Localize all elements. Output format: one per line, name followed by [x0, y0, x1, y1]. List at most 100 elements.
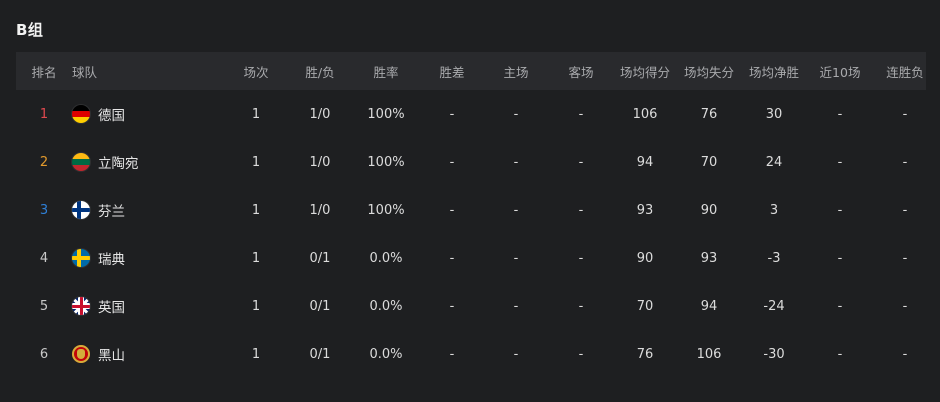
team-name[interactable]: 立陶宛	[98, 152, 139, 172]
header-games: 场次	[243, 64, 269, 80]
away-cell: -	[578, 202, 584, 218]
win-pct-cell: 100%	[367, 106, 405, 122]
win-loss-cell: 1/0	[309, 154, 331, 170]
games-cell: 1	[251, 298, 261, 314]
table-header: 排名 球队 场次 胜/负 胜率 胜差 主场 客场 场均得分 场均失分 场均净胜 …	[16, 52, 926, 90]
points-allowed-cell: 93	[700, 250, 718, 266]
win-loss-cell: 1/0	[309, 106, 331, 122]
point-diff-cell: 30	[765, 106, 783, 122]
rank-cell: 4	[39, 250, 49, 266]
header-home: 主场	[503, 64, 529, 80]
points-per-game-cell: 90	[636, 250, 654, 266]
header-streak: 连胜负	[886, 64, 924, 80]
points-allowed-cell: 90	[700, 202, 718, 218]
rank-cell: 2	[39, 154, 49, 170]
win-loss-cell: 0/1	[309, 298, 331, 314]
point-diff-cell: -24	[763, 298, 785, 314]
games-behind-cell: -	[449, 202, 455, 218]
point-diff-cell: 24	[765, 154, 783, 170]
team-name[interactable]: 英国	[98, 296, 125, 316]
point-diff-cell: -3	[767, 250, 781, 266]
win-pct-cell: 0.0%	[369, 250, 403, 266]
table-row[interactable]: 3 芬兰 1 1/0 100% - - - 93 90 3 - -	[16, 186, 926, 234]
header-win-loss: 胜/负	[305, 64, 335, 80]
points-per-game-cell: 106	[632, 106, 658, 122]
points-allowed-cell: 94	[700, 298, 718, 314]
team-name[interactable]: 瑞典	[98, 248, 125, 268]
streak-cell: -	[902, 250, 908, 266]
table-row[interactable]: 4 瑞典 1 0/1 0.0% - - - 90 93 -3 - -	[16, 234, 926, 282]
team-cell[interactable]: 英国	[72, 296, 222, 316]
table-body: 1 德国 1 1/0 100% - - - 106 76 30 - - 2 立陶宛 1 1/0 100% - - - 94…	[16, 90, 926, 378]
away-cell: -	[578, 106, 584, 122]
table-row[interactable]: 5 英国 1 0/1 0.0% - - - 70 94 -24 - -	[16, 282, 926, 330]
lithuania-flag-icon	[72, 153, 90, 171]
team-cell[interactable]: 瑞典	[72, 248, 222, 268]
streak-cell: -	[902, 106, 908, 122]
uk-flag-icon	[72, 297, 90, 315]
points-allowed-cell: 106	[696, 346, 722, 362]
table-row[interactable]: 6 黑山 1 0/1 0.0% - - - 76 106 -30 - -	[16, 330, 926, 378]
win-loss-cell: 1/0	[309, 202, 331, 218]
table-row[interactable]: 1 德国 1 1/0 100% - - - 106 76 30 - -	[16, 90, 926, 138]
team-name[interactable]: 德国	[98, 104, 125, 124]
away-cell: -	[578, 298, 584, 314]
last-10-cell: -	[837, 298, 843, 314]
group-title: B组	[16, 21, 44, 39]
games-cell: 1	[251, 346, 261, 362]
header-team: 球队	[72, 64, 98, 80]
team-cell[interactable]: 德国	[72, 104, 222, 124]
streak-cell: -	[902, 298, 908, 314]
last-10-cell: -	[837, 202, 843, 218]
points-per-game-cell: 70	[636, 298, 654, 314]
points-allowed-cell: 70	[700, 154, 718, 170]
games-behind-cell: -	[449, 346, 455, 362]
team-cell[interactable]: 芬兰	[72, 200, 222, 220]
last-10-cell: -	[837, 250, 843, 266]
team-cell[interactable]: 黑山	[72, 344, 222, 364]
team-cell[interactable]: 立陶宛	[72, 152, 222, 172]
header-points-per-game: 场均得分	[619, 64, 670, 80]
points-per-game-cell: 94	[636, 154, 654, 170]
win-pct-cell: 100%	[367, 154, 405, 170]
games-cell: 1	[251, 154, 261, 170]
last-10-cell: -	[837, 346, 843, 362]
point-diff-cell: -30	[763, 346, 785, 362]
rank-cell: 5	[39, 298, 49, 314]
header-rank: 排名	[31, 64, 57, 80]
home-cell: -	[513, 298, 519, 314]
games-behind-cell: -	[449, 298, 455, 314]
team-name[interactable]: 芬兰	[98, 200, 125, 220]
home-cell: -	[513, 154, 519, 170]
streak-cell: -	[902, 346, 908, 362]
header-points-allowed: 场均失分	[683, 64, 734, 80]
games-behind-cell: -	[449, 250, 455, 266]
standings-table: 排名 球队 场次 胜/负 胜率 胜差 主场 客场 场均得分 场均失分 场均净胜 …	[16, 52, 926, 378]
games-cell: 1	[251, 202, 261, 218]
points-per-game-cell: 76	[636, 346, 654, 362]
home-cell: -	[513, 346, 519, 362]
finland-flag-icon	[72, 201, 90, 219]
streak-cell: -	[902, 202, 908, 218]
header-games-behind: 胜差	[439, 64, 465, 80]
rank-cell: 6	[39, 346, 49, 362]
away-cell: -	[578, 154, 584, 170]
games-cell: 1	[251, 106, 261, 122]
win-pct-cell: 0.0%	[369, 298, 403, 314]
rank-cell: 3	[39, 202, 49, 218]
away-cell: -	[578, 346, 584, 362]
home-cell: -	[513, 106, 519, 122]
standings-panel: B组 排名 球队 场次 胜/负 胜率 胜差 主场 客场 场均得分 场均失分 场均…	[0, 0, 940, 402]
sweden-flag-icon	[72, 249, 90, 267]
win-pct-cell: 0.0%	[369, 346, 403, 362]
last-10-cell: -	[837, 154, 843, 170]
last-10-cell: -	[837, 106, 843, 122]
montenegro-flag-icon	[72, 345, 90, 363]
home-cell: -	[513, 250, 519, 266]
table-row[interactable]: 2 立陶宛 1 1/0 100% - - - 94 70 24 - -	[16, 138, 926, 186]
header-last-10: 近10场	[819, 64, 861, 80]
header-point-diff: 场均净胜	[748, 64, 799, 80]
away-cell: -	[578, 250, 584, 266]
games-behind-cell: -	[449, 106, 455, 122]
team-name[interactable]: 黑山	[98, 344, 125, 364]
